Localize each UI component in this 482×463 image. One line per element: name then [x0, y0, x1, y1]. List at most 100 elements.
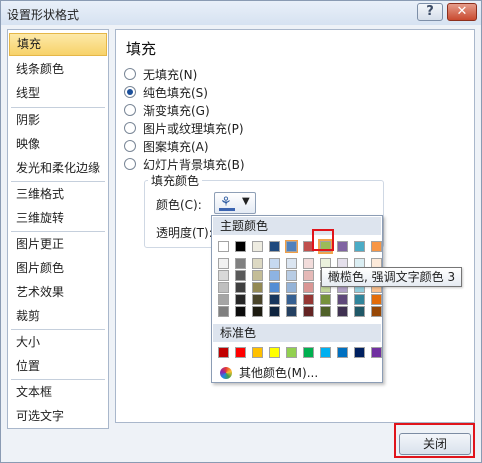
- sidebar-item-shadow[interactable]: 阴影: [9, 109, 107, 132]
- sidebar-item-text-box[interactable]: 文本框: [9, 381, 107, 404]
- theme-shade-swatch[interactable]: [235, 282, 246, 293]
- window-close-button[interactable]: ✕: [447, 3, 477, 21]
- theme-shade-swatch[interactable]: [269, 270, 280, 281]
- sidebar-item-picture-corrections[interactable]: 图片更正: [9, 233, 107, 256]
- sidebar-item-3d-format[interactable]: 三维格式: [9, 183, 107, 206]
- theme-shade-swatch[interactable]: [252, 294, 263, 305]
- theme-shade-swatch[interactable]: [286, 270, 297, 281]
- option-solid-fill[interactable]: 纯色填充(S): [124, 83, 208, 101]
- theme-shade-swatch[interactable]: [269, 306, 280, 317]
- highlight-annotation-box: [394, 423, 475, 458]
- theme-shade-swatch[interactable]: [286, 306, 297, 317]
- theme-shade-swatch[interactable]: [218, 282, 229, 293]
- theme-shade-swatch[interactable]: [303, 294, 314, 305]
- theme-shade-swatch[interactable]: [218, 294, 229, 305]
- standard-color-swatch[interactable]: [371, 347, 382, 358]
- theme-shade-swatch[interactable]: [235, 258, 246, 269]
- theme-color-swatch[interactable]: [235, 241, 246, 252]
- option-picture-texture-fill[interactable]: 图片或纹理填充(P): [124, 119, 244, 137]
- sidebar-item-picture-color[interactable]: 图片颜色: [9, 257, 107, 280]
- more-colors-label: 其他颜色(M)...: [239, 366, 319, 380]
- theme-shade-swatch[interactable]: [303, 306, 314, 317]
- pane-heading: 填充: [126, 40, 157, 58]
- sidebar-item-crop[interactable]: 裁剪: [9, 305, 107, 328]
- sidebar-divider: [11, 231, 105, 232]
- theme-shade-swatch[interactable]: [303, 282, 314, 293]
- sidebar-item-alt-text[interactable]: 可选文字: [9, 405, 107, 428]
- standard-color-swatch[interactable]: [269, 347, 280, 358]
- theme-shade-swatch[interactable]: [218, 306, 229, 317]
- option-label: 渐变填充(G): [143, 103, 210, 118]
- current-color-bar: [219, 208, 235, 211]
- sidebar-item-fill[interactable]: 填充: [9, 33, 107, 56]
- theme-color-swatch[interactable]: [354, 241, 365, 252]
- theme-shade-swatch[interactable]: [235, 270, 246, 281]
- theme-shade-swatch[interactable]: [218, 258, 229, 269]
- theme-shade-swatch[interactable]: [303, 258, 314, 269]
- theme-shade-swatch[interactable]: [320, 294, 331, 305]
- chevron-down-icon: ▼: [242, 196, 250, 207]
- theme-color-swatch[interactable]: [371, 241, 382, 252]
- sidebar-item-line-color[interactable]: 线条颜色: [9, 58, 107, 81]
- standard-color-swatch[interactable]: [354, 347, 365, 358]
- option-no-fill[interactable]: 无填充(N): [124, 65, 197, 83]
- sidebar-item-artistic-effects[interactable]: 艺术效果: [9, 281, 107, 304]
- theme-shade-swatch[interactable]: [235, 306, 246, 317]
- theme-shade-swatch[interactable]: [252, 306, 263, 317]
- radio-button[interactable]: [124, 158, 136, 170]
- standard-color-swatch[interactable]: [337, 347, 348, 358]
- sidebar-item-reflection[interactable]: 映像: [9, 133, 107, 156]
- standard-color-swatch[interactable]: [286, 347, 297, 358]
- radio-button-checked[interactable]: [124, 86, 136, 98]
- theme-shade-swatch[interactable]: [252, 270, 263, 281]
- theme-shade-swatch[interactable]: [269, 282, 280, 293]
- more-colors-item[interactable]: 其他颜色(M)...: [220, 364, 318, 381]
- option-gradient-fill[interactable]: 渐变填充(G): [124, 101, 210, 119]
- theme-shade-swatch[interactable]: [337, 306, 348, 317]
- theme-color-swatch[interactable]: [252, 241, 263, 252]
- help-button[interactable]: ?: [417, 3, 443, 21]
- option-pattern-fill[interactable]: 图案填充(A): [124, 137, 209, 155]
- color-palette-icon: [220, 366, 232, 379]
- sidebar-item-position[interactable]: 位置: [9, 355, 107, 378]
- theme-shade-swatch[interactable]: [371, 294, 382, 305]
- theme-shade-swatch[interactable]: [218, 270, 229, 281]
- theme-color-swatch[interactable]: [285, 240, 298, 253]
- standard-color-swatch[interactable]: [320, 347, 331, 358]
- theme-shade-swatch[interactable]: [286, 282, 297, 293]
- category-sidebar: 填充 线条颜色 线型 阴影 映像 发光和柔化边缘 三维格式 三维旋转 图片更正 …: [7, 29, 109, 429]
- theme-shade-swatch[interactable]: [286, 258, 297, 269]
- radio-button[interactable]: [124, 104, 136, 116]
- theme-shade-swatch[interactable]: [320, 306, 331, 317]
- theme-shade-swatch[interactable]: [371, 306, 382, 317]
- standard-color-swatch[interactable]: [303, 347, 314, 358]
- theme-shade-swatch[interactable]: [235, 294, 246, 305]
- radio-button[interactable]: [124, 140, 136, 152]
- theme-shade-swatch[interactable]: [354, 294, 365, 305]
- option-slide-background-fill[interactable]: 幻灯片背景填充(B): [124, 155, 245, 173]
- radio-button[interactable]: [124, 68, 136, 80]
- theme-color-swatch[interactable]: [269, 241, 280, 252]
- theme-shade-swatch[interactable]: [252, 258, 263, 269]
- standard-color-swatch[interactable]: [235, 347, 246, 358]
- theme-shade-swatch[interactable]: [269, 258, 280, 269]
- standard-color-swatch[interactable]: [252, 347, 263, 358]
- fill-color-dropdown-button[interactable]: ⚘ ▼: [214, 192, 256, 214]
- sidebar-item-line-style[interactable]: 线型: [9, 82, 107, 105]
- theme-shade-swatch[interactable]: [286, 294, 297, 305]
- sidebar-divider: [11, 181, 105, 182]
- standard-color-swatch[interactable]: [218, 347, 229, 358]
- radio-button[interactable]: [124, 122, 136, 134]
- theme-color-swatch[interactable]: [218, 241, 229, 252]
- theme-shade-swatch[interactable]: [252, 282, 263, 293]
- theme-shade-swatch[interactable]: [354, 306, 365, 317]
- theme-shade-swatch[interactable]: [303, 270, 314, 281]
- sidebar-item-glow[interactable]: 发光和柔化边缘: [9, 157, 107, 180]
- theme-shade-swatch[interactable]: [337, 294, 348, 305]
- sidebar-item-size[interactable]: 大小: [9, 331, 107, 354]
- sidebar-item-3d-rotation[interactable]: 三维旋转: [9, 207, 107, 230]
- theme-color-swatch[interactable]: [337, 241, 348, 252]
- option-label: 无填充(N): [143, 67, 198, 82]
- title-bar: 设置形状格式 ? ✕: [1, 1, 481, 25]
- theme-shade-swatch[interactable]: [269, 294, 280, 305]
